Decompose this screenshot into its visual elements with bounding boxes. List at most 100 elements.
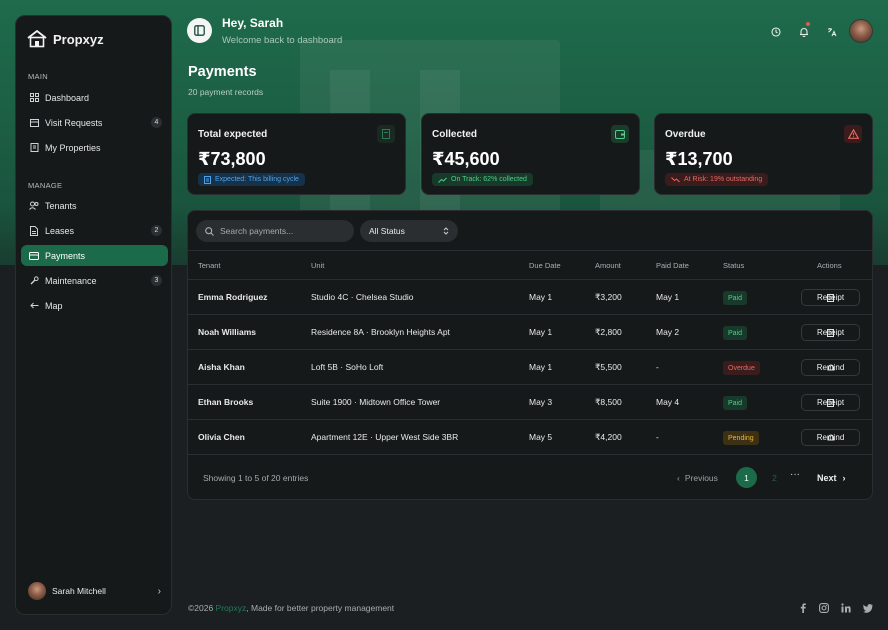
cell-paid-date: May 2 bbox=[656, 327, 680, 337]
status-badge: Paid bbox=[723, 291, 748, 305]
receipt-button[interactable]: Receipt bbox=[801, 289, 860, 306]
page-button-1[interactable]: 1 bbox=[736, 467, 757, 488]
card-title: Collected bbox=[432, 129, 478, 140]
remind-button[interactable]: Remind bbox=[801, 359, 860, 376]
footer-brand-link[interactable]: Propxyz bbox=[216, 603, 247, 613]
sidebar-item-payments[interactable]: Payments bbox=[21, 245, 168, 266]
receipt-button[interactable]: Receipt bbox=[801, 394, 860, 411]
brand[interactable]: Propxyz bbox=[27, 30, 104, 48]
status-badge: Overdue bbox=[723, 361, 760, 375]
user-profile-menu[interactable]: Sarah Mitchell › bbox=[28, 580, 161, 602]
cell-paid-date: - bbox=[656, 362, 659, 372]
card-title: Total expected bbox=[198, 129, 268, 140]
page-footer: ©2026 Propxyz, Made for better property … bbox=[188, 603, 394, 613]
users-icon bbox=[29, 201, 39, 211]
count-badge: 2 bbox=[151, 225, 162, 236]
page-button-2[interactable]: 2 bbox=[764, 467, 785, 488]
table-row[interactable]: Olivia Chen Apartment 12E · Upper West S… bbox=[188, 420, 872, 455]
file-icon bbox=[29, 225, 39, 236]
cell-due-date: May 3 bbox=[529, 397, 553, 407]
stat-card-overdue: Overdue ₹13,700 At Risk: 19% outstanding bbox=[654, 113, 873, 195]
sidebar-toggle-button[interactable] bbox=[187, 18, 212, 43]
house-logo-icon bbox=[27, 30, 47, 48]
twitter-icon[interactable] bbox=[863, 603, 873, 613]
sidebar-item-maintenance[interactable]: Maintenance 3 bbox=[21, 270, 168, 291]
cell-paid-date: - bbox=[656, 432, 659, 442]
table-row[interactable]: Emma Rodriguez Studio 4C · Chelsea Studi… bbox=[188, 280, 872, 315]
greeting-subtitle: Welcome back to dashboard bbox=[222, 35, 343, 46]
cell-unit: Apartment 12E · Upper West Side 3BR bbox=[311, 432, 459, 442]
moon-clock-icon bbox=[771, 27, 781, 37]
trending-up-icon bbox=[438, 177, 447, 183]
card-icon-box bbox=[377, 125, 395, 143]
cell-due-date: May 1 bbox=[529, 362, 553, 372]
cell-amount: ₹5,500 bbox=[595, 361, 622, 372]
sidebar-item-my-properties[interactable]: My Properties bbox=[21, 137, 168, 158]
facebook-icon[interactable] bbox=[798, 603, 808, 613]
cell-amount: ₹8,500 bbox=[595, 396, 622, 407]
status-filter-select[interactable]: All Status bbox=[360, 220, 458, 242]
page-title: Payments bbox=[188, 64, 257, 80]
next-page-button[interactable]: Next › bbox=[817, 473, 846, 483]
sidebar-item-label: Dashboard bbox=[45, 92, 90, 103]
building-icon bbox=[29, 143, 39, 153]
pagination-ellipsis[interactable]: ··· bbox=[790, 469, 800, 480]
sidebar-item-tenants[interactable]: Tenants bbox=[21, 195, 168, 216]
sidebar: Propxyz MAIN Dashboard Visit Requests 4 … bbox=[15, 15, 172, 615]
grid-icon bbox=[29, 93, 39, 103]
wrench-icon bbox=[29, 276, 39, 286]
table-row[interactable]: Aisha Khan Loft 5B · SoHo Loft May 1 ₹5,… bbox=[188, 350, 872, 385]
credit-card-icon bbox=[29, 251, 39, 261]
search-box[interactable] bbox=[196, 220, 354, 242]
card-title: Overdue bbox=[665, 129, 706, 140]
brand-name: Propxyz bbox=[53, 31, 104, 47]
table-row[interactable]: Ethan Brooks Suite 1900 · Midtown Office… bbox=[188, 385, 872, 420]
button-label: Receipt bbox=[816, 328, 845, 337]
table-row[interactable]: Noah Williams Residence 8A · Brooklyn He… bbox=[188, 315, 872, 350]
instagram-icon[interactable] bbox=[819, 603, 829, 613]
copyright-text: ©2026 bbox=[188, 603, 216, 613]
cell-due-date: May 1 bbox=[529, 292, 553, 302]
column-header-amount: Amount bbox=[595, 260, 621, 270]
footer-tagline: , Made for better property management bbox=[246, 603, 395, 613]
notifications-button[interactable] bbox=[798, 26, 810, 38]
cell-unit: Studio 4C · Chelsea Studio bbox=[311, 292, 414, 302]
cell-amount: ₹3,200 bbox=[595, 291, 622, 302]
card-icon-box bbox=[611, 125, 629, 143]
cell-paid-date: May 4 bbox=[656, 397, 680, 407]
status-badge: Paid bbox=[723, 326, 748, 340]
status-filter-value: All Status bbox=[369, 226, 405, 236]
theme-toggle-button[interactable] bbox=[770, 26, 782, 38]
cell-tenant: Olivia Chen bbox=[198, 432, 245, 442]
avatar bbox=[28, 582, 46, 600]
sidebar-item-map[interactable]: Map bbox=[21, 295, 168, 316]
sidebar-item-leases[interactable]: Leases 2 bbox=[21, 220, 168, 241]
sidebar-item-dashboard[interactable]: Dashboard bbox=[21, 87, 168, 108]
linkedin-icon[interactable] bbox=[841, 603, 851, 613]
search-input[interactable] bbox=[220, 226, 345, 236]
cell-tenant: Ethan Brooks bbox=[198, 397, 254, 407]
header-avatar[interactable] bbox=[849, 19, 873, 43]
cell-paid-date: May 1 bbox=[656, 292, 680, 302]
entries-info: Showing 1 to 5 of 20 entries bbox=[203, 473, 309, 483]
next-label: Next bbox=[817, 473, 837, 483]
receipt-button[interactable]: Receipt bbox=[801, 324, 860, 341]
sidebar-item-label: My Properties bbox=[45, 142, 101, 153]
card-pill-text: On Track: 62% collected bbox=[451, 176, 527, 183]
remind-button[interactable]: Remind bbox=[801, 429, 860, 446]
card-status-pill: On Track: 62% collected bbox=[432, 173, 533, 186]
chevron-left-icon: ‹ bbox=[677, 473, 680, 483]
column-header-unit: Unit bbox=[311, 260, 325, 270]
sidebar-item-visit-requests[interactable]: Visit Requests 4 bbox=[21, 112, 168, 133]
count-badge: 3 bbox=[151, 275, 162, 286]
cell-unit: Suite 1900 · Midtown Office Tower bbox=[311, 397, 441, 407]
cell-due-date: May 5 bbox=[529, 432, 553, 442]
card-value: ₹73,800 bbox=[198, 149, 266, 169]
sidebar-item-label: Visit Requests bbox=[45, 117, 103, 128]
previous-page-button[interactable]: ‹ Previous bbox=[677, 473, 718, 483]
card-pill-text: Expected: This billing cycle bbox=[215, 176, 299, 183]
card-pill-text: At Risk: 19% outstanding bbox=[684, 176, 763, 183]
language-button[interactable] bbox=[826, 26, 838, 38]
wallet-icon bbox=[615, 129, 625, 139]
calendar-icon bbox=[29, 118, 39, 128]
